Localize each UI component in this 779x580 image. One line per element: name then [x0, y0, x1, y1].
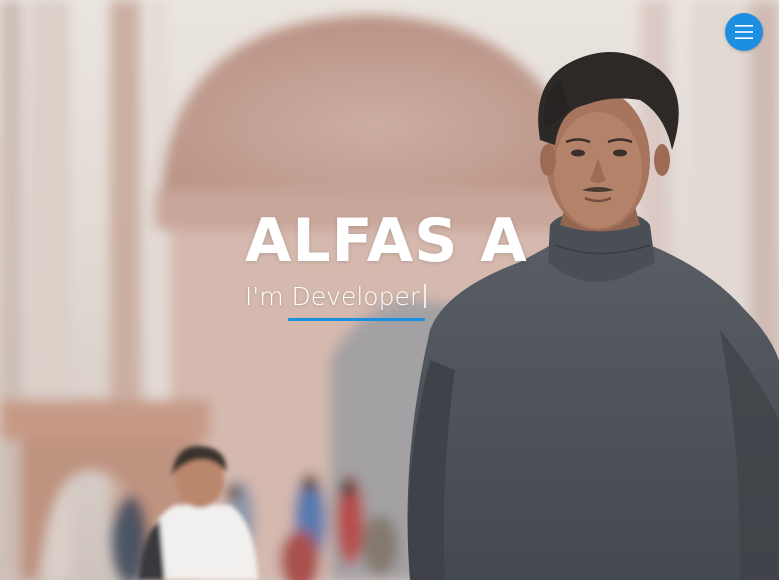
hero-subtitle-text: I'm Developer	[245, 282, 421, 311]
hero-subtitle: I'm Developer	[245, 281, 427, 313]
hamburger-menu-icon	[735, 25, 753, 39]
typing-cursor	[424, 284, 427, 308]
menu-toggle-button[interactable]	[725, 13, 763, 51]
hero-name: ALFAS A	[245, 206, 528, 276]
hero-section: ALFAS A I'm Developer	[0, 0, 779, 580]
subtitle-underline	[288, 318, 425, 321]
